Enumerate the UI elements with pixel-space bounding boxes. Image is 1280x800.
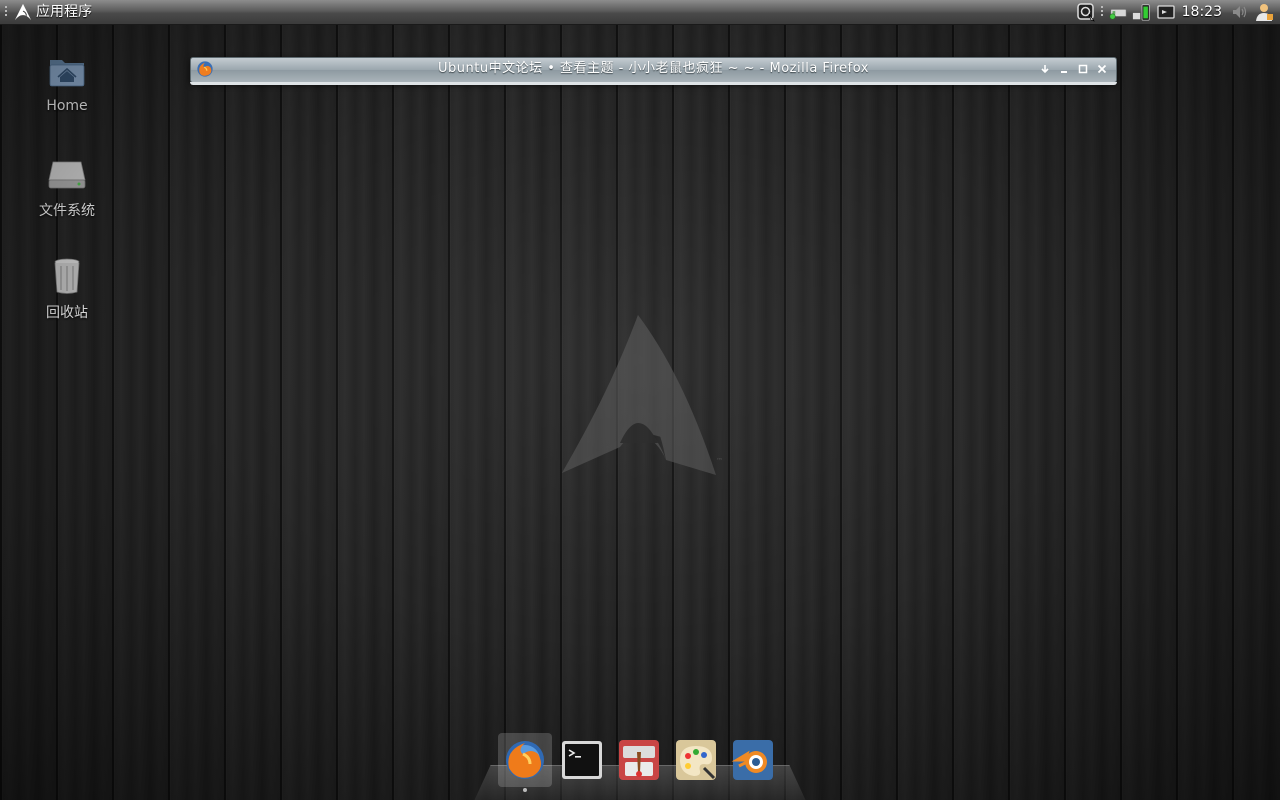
minimize-icon xyxy=(1060,71,1067,73)
desktop-icon-label: 回收站 xyxy=(46,305,88,321)
dock-item-terminal[interactable] xyxy=(559,737,605,783)
screenshot-app-icon[interactable] xyxy=(1076,2,1096,22)
arch-wallpaper-logo: ™ xyxy=(562,315,723,475)
home-folder-icon xyxy=(49,60,85,87)
terminal-icon xyxy=(562,741,602,779)
firefox-window-titlebar[interactable]: Ubuntu中文论坛 • 查看主题 - 小小老鼠也疯狂 ~ ~ - Mozill… xyxy=(190,57,1117,85)
system-tray: 18:23 xyxy=(1074,0,1280,24)
desktop-icon-trash[interactable]: 回收站 xyxy=(22,256,112,322)
blender-icon xyxy=(731,740,773,780)
clock[interactable]: 18:23 xyxy=(1182,4,1222,20)
network-icon[interactable] xyxy=(1108,2,1128,22)
dock-item-paint[interactable] xyxy=(673,737,719,783)
maximize-icon xyxy=(1078,64,1087,74)
volume-icon[interactable] xyxy=(1230,2,1250,22)
firefox-icon xyxy=(506,741,544,779)
shade-button[interactable] xyxy=(1036,60,1053,78)
battery-icon[interactable] xyxy=(1132,2,1152,22)
close-button[interactable] xyxy=(1093,60,1110,78)
dock-item-toolbox[interactable] xyxy=(616,737,662,783)
desktop-icon-label: 文件系统 xyxy=(39,203,95,219)
user-icon[interactable] xyxy=(1254,2,1274,22)
desktop-icon-filesystem[interactable]: 文件系统 xyxy=(22,154,112,220)
applications-menu-button[interactable]: 应用程序 xyxy=(14,0,92,24)
arch-logo-icon xyxy=(14,3,32,21)
trash-icon xyxy=(54,258,80,294)
dock xyxy=(470,731,810,800)
window-title: Ubuntu中文论坛 • 查看主题 - 小小老鼠也疯狂 ~ ~ - Mozill… xyxy=(438,61,869,76)
desktop: 应用程序 18:23 Home 文件系统 回收站 ™ Ubuntu中文论坛 • … xyxy=(0,0,1280,800)
desktop-icon-home[interactable]: Home xyxy=(22,52,112,114)
top-panel: 应用程序 18:23 xyxy=(0,0,1280,25)
dock-item-blender[interactable] xyxy=(730,737,776,783)
dock-item-firefox[interactable] xyxy=(498,733,552,787)
toolbox-icon xyxy=(619,740,659,780)
window-controls xyxy=(1036,60,1110,78)
display-icon[interactable] xyxy=(1156,2,1176,22)
desktop-icon-label: Home xyxy=(46,98,88,114)
svg-text:™: ™ xyxy=(716,457,723,465)
arrow-down-icon xyxy=(1040,65,1049,74)
panel-grip[interactable] xyxy=(1100,6,1103,18)
paint-palette-icon xyxy=(676,740,716,780)
dock-running-indicator xyxy=(523,788,527,792)
close-icon xyxy=(1097,64,1106,74)
minimize-button[interactable] xyxy=(1055,60,1072,78)
panel-grip[interactable] xyxy=(5,6,7,18)
hard-drive-icon xyxy=(48,161,86,189)
maximize-button[interactable] xyxy=(1074,60,1091,78)
applications-menu-label: 应用程序 xyxy=(36,4,92,20)
